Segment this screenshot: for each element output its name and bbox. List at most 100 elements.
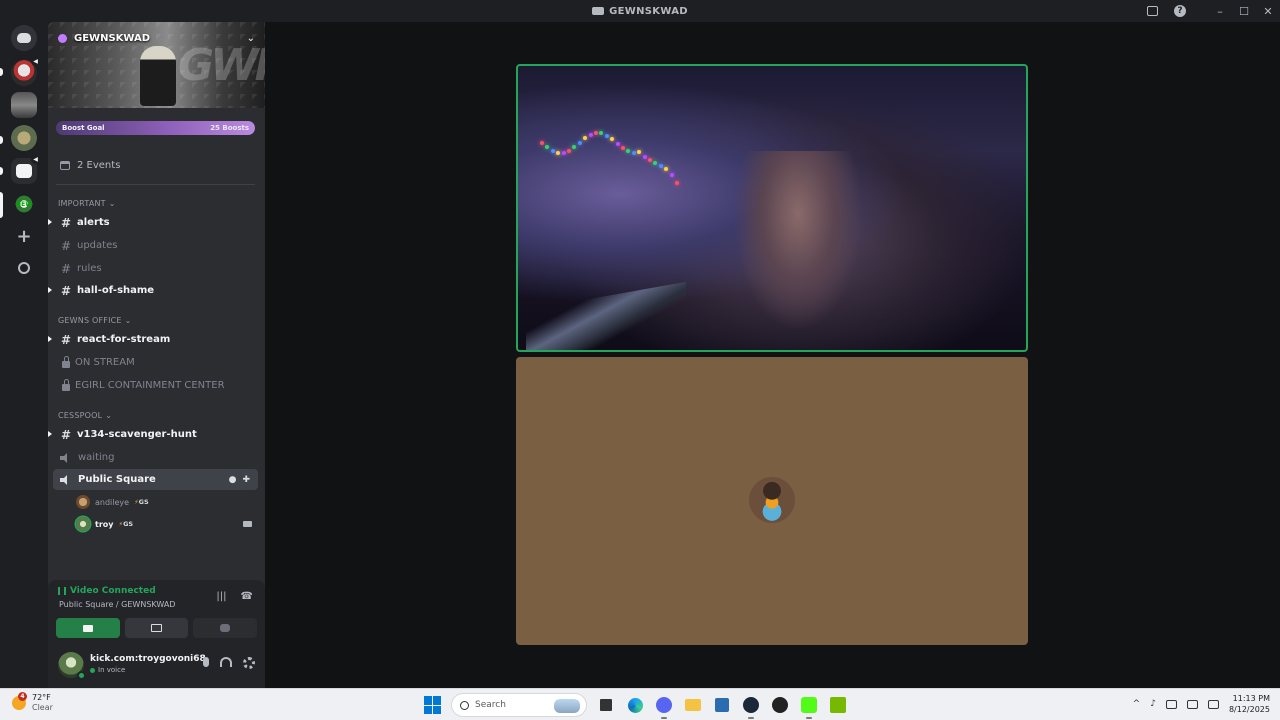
voice-channel-public-square[interactable]: Public Square ● ✚ [53, 469, 258, 490]
nvidia-icon[interactable] [828, 695, 848, 715]
signal-icon [58, 587, 66, 595]
disconnect-icon[interactable]: ☎ [241, 591, 253, 602]
voice-user-andileye[interactable]: andileye ⚡GS [76, 492, 149, 512]
light-bulb [664, 167, 669, 172]
steam-icon[interactable] [741, 695, 761, 719]
string-lights [540, 121, 680, 191]
boost-goal-bar[interactable]: Boost Goal 25 Boosts [56, 121, 255, 135]
discover-icon[interactable] [11, 255, 37, 281]
user-status: In voice [90, 666, 125, 674]
server-icon-car[interactable] [11, 92, 37, 118]
noise-suppression-icon[interactable]: ||| [216, 591, 226, 602]
help-icon[interactable]: ? [1166, 0, 1194, 22]
temperature: 72°F [32, 693, 51, 702]
voice-channel-link[interactable]: Public Square / GEWNSKWAD [59, 600, 175, 609]
category-cesspool[interactable]: CESSPOOL ⌄ [58, 411, 112, 420]
light-bulb [615, 141, 620, 146]
weather-condition: Clear [32, 703, 53, 712]
video-tile-camera[interactable] [516, 64, 1028, 352]
server-name: GEWNSKWAD [74, 32, 151, 44]
camera-button[interactable] [56, 618, 120, 638]
inbox-icon[interactable] [1138, 0, 1166, 22]
battery-icon[interactable] [1207, 699, 1219, 709]
chevron-up-icon[interactable]: ^ [1133, 699, 1141, 709]
channel-updates[interactable]: # updates [53, 235, 258, 256]
discord-taskbar-icon[interactable] [654, 695, 674, 719]
voice-user-troy[interactable]: troy ⚡GS [76, 514, 133, 534]
screen-share-button[interactable] [124, 618, 189, 638]
microphone-tray-icon[interactable]: ♪ [1150, 699, 1156, 709]
add-server-icon[interactable]: + [11, 223, 37, 249]
edge-icon[interactable] [625, 695, 645, 715]
search-icon [460, 700, 469, 710]
avatar [76, 517, 90, 531]
discord-app: GEWNSKWAD ? – ☐ ✕ ◀ ◀ GEW + GWN [0, 0, 1280, 720]
video-stage [265, 22, 1280, 688]
category-important[interactable]: IMPORTANT ⌄ [58, 199, 116, 208]
task-view-icon[interactable] [596, 695, 616, 715]
channel-hall-of-shame[interactable]: # hall-of-shame [48, 280, 258, 301]
search-placeholder: Search [475, 700, 506, 710]
video-tile-avatar[interactable] [516, 357, 1028, 645]
home-button[interactable] [11, 25, 37, 51]
light-bulb [572, 145, 577, 150]
channel-on-stream[interactable]: ON STREAM [53, 352, 258, 373]
light-bulb [540, 141, 544, 145]
channel-v134-scavenger-hunt[interactable]: # v134-scavenger-hunt [48, 424, 258, 445]
maximize-button[interactable]: ☐ [1232, 0, 1256, 22]
light-bulb [648, 158, 652, 163]
weather-widget[interactable]: 4 72°F Clear [12, 692, 53, 713]
events-label: 2 Events [77, 159, 121, 171]
wifi-icon[interactable] [1165, 699, 1177, 709]
light-bulb [577, 140, 582, 145]
store-icon[interactable] [712, 695, 732, 715]
gear-icon[interactable] [243, 657, 255, 669]
window-title-text: GEWNSKWAD [609, 5, 688, 17]
channel-alerts[interactable]: # alerts [48, 212, 258, 233]
headphones-icon[interactable] [220, 657, 232, 667]
system-tray: ^ ♪ 11:13 PM 8/12/2025 [1133, 693, 1270, 715]
close-button[interactable]: ✕ [1256, 0, 1280, 22]
start-button[interactable] [424, 696, 442, 714]
server-icon-gewnskwad[interactable]: GEW [11, 191, 37, 217]
server-rail: ◀ ◀ GEW + [0, 22, 48, 688]
discord-icon [17, 33, 31, 43]
server-icon-inferno[interactable]: ◀ [11, 57, 40, 86]
system-clock[interactable]: 11:13 PM 8/12/2025 [1229, 693, 1270, 715]
taskbar-search[interactable]: Search [451, 693, 587, 717]
minimize-button[interactable]: – [1208, 0, 1232, 22]
server-tag: ⚡GS [118, 520, 134, 528]
unread-indicator [48, 336, 52, 343]
chevron-down-icon: ⌄ [105, 411, 113, 420]
light-bulb [561, 150, 566, 155]
activity-button[interactable] [193, 618, 258, 638]
light-bulb [588, 132, 593, 137]
light-bulb [550, 148, 555, 153]
events-item[interactable]: 2 Events [56, 155, 255, 175]
hashtag-icon: # [60, 238, 72, 253]
server-icon-bot[interactable]: ◀ [11, 155, 40, 184]
light-bulb [610, 137, 615, 142]
channel-rules[interactable]: # rules [53, 258, 258, 279]
monitor-glow [526, 281, 686, 350]
kick-icon[interactable] [799, 695, 819, 719]
microphone-icon[interactable] [203, 657, 209, 667]
calendar-icon [60, 160, 70, 170]
voice-channel-waiting[interactable]: waiting [53, 447, 258, 468]
file-explorer-icon[interactable] [683, 695, 703, 715]
light-bulb [631, 150, 636, 155]
channel-egirl-containment-center[interactable]: EGIRL CONTAINMENT CENTER [53, 375, 258, 396]
user-name[interactable]: kick.com:troygovoni68 [90, 654, 206, 664]
category-gewns-office[interactable]: GEWNS OFFICE ⌄ [58, 316, 132, 325]
chat-icon[interactable]: ● [229, 475, 237, 485]
user-avatar[interactable] [58, 652, 86, 680]
unread-indicator [48, 431, 52, 438]
volume-icon[interactable] [1186, 699, 1198, 709]
voice-status[interactable]: Video Connected [58, 586, 156, 596]
server-icon-mosaic[interactable] [11, 125, 37, 151]
light-bulb [675, 180, 679, 185]
add-member-icon[interactable]: ✚ [242, 475, 250, 485]
server-header[interactable]: GEWNSKWAD ⌄ [48, 22, 265, 54]
github-icon[interactable] [770, 695, 790, 715]
channel-react-for-stream[interactable]: # react-for-stream [48, 329, 258, 350]
